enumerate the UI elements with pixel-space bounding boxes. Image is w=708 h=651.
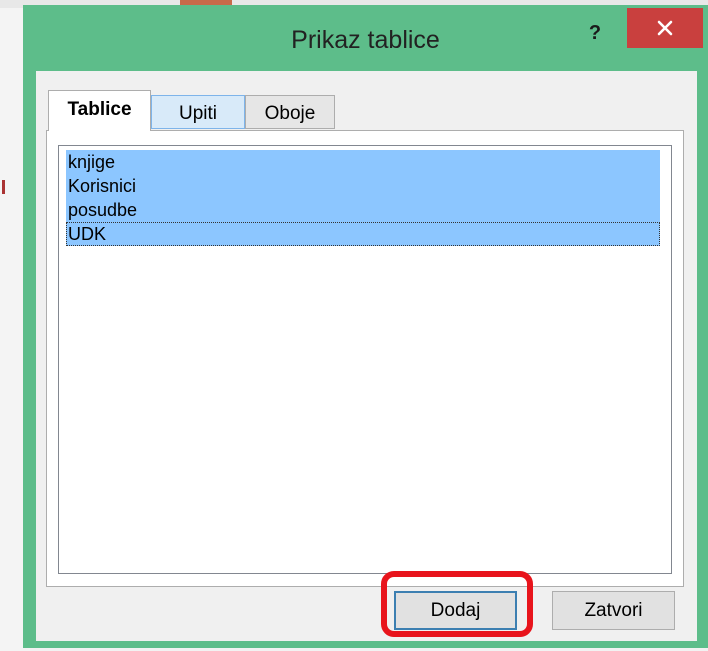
- tab-upiti[interactable]: Upiti: [151, 95, 245, 129]
- close-icon: [657, 20, 673, 36]
- close-dialog-button[interactable]: Zatvori: [552, 591, 675, 630]
- list-item-posudbe[interactable]: posudbe: [66, 198, 660, 222]
- close-button[interactable]: [627, 8, 703, 48]
- tab-oboje[interactable]: Oboje: [245, 95, 335, 129]
- table-listbox[interactable]: knjige Korisnici posudbe UDK: [58, 145, 672, 574]
- add-button[interactable]: Dodaj: [394, 591, 517, 630]
- list-item-korisnici[interactable]: Korisnici: [66, 174, 660, 198]
- background-marker: [2, 180, 5, 194]
- dialog-titlebar[interactable]: Prikaz tablice ?: [23, 5, 708, 67]
- show-table-dialog: Prikaz tablice ? Tablice Upiti Oboje knj…: [23, 5, 708, 648]
- help-button[interactable]: ?: [580, 19, 610, 49]
- list-item-udk[interactable]: UDK: [66, 222, 660, 246]
- tab-tablice[interactable]: Tablice: [48, 90, 151, 131]
- list-item-knjige[interactable]: knjige: [66, 150, 660, 174]
- dialog-client-area: Tablice Upiti Oboje knjige Korisnici pos…: [36, 71, 697, 641]
- tab-panel: knjige Korisnici posudbe UDK: [46, 130, 684, 587]
